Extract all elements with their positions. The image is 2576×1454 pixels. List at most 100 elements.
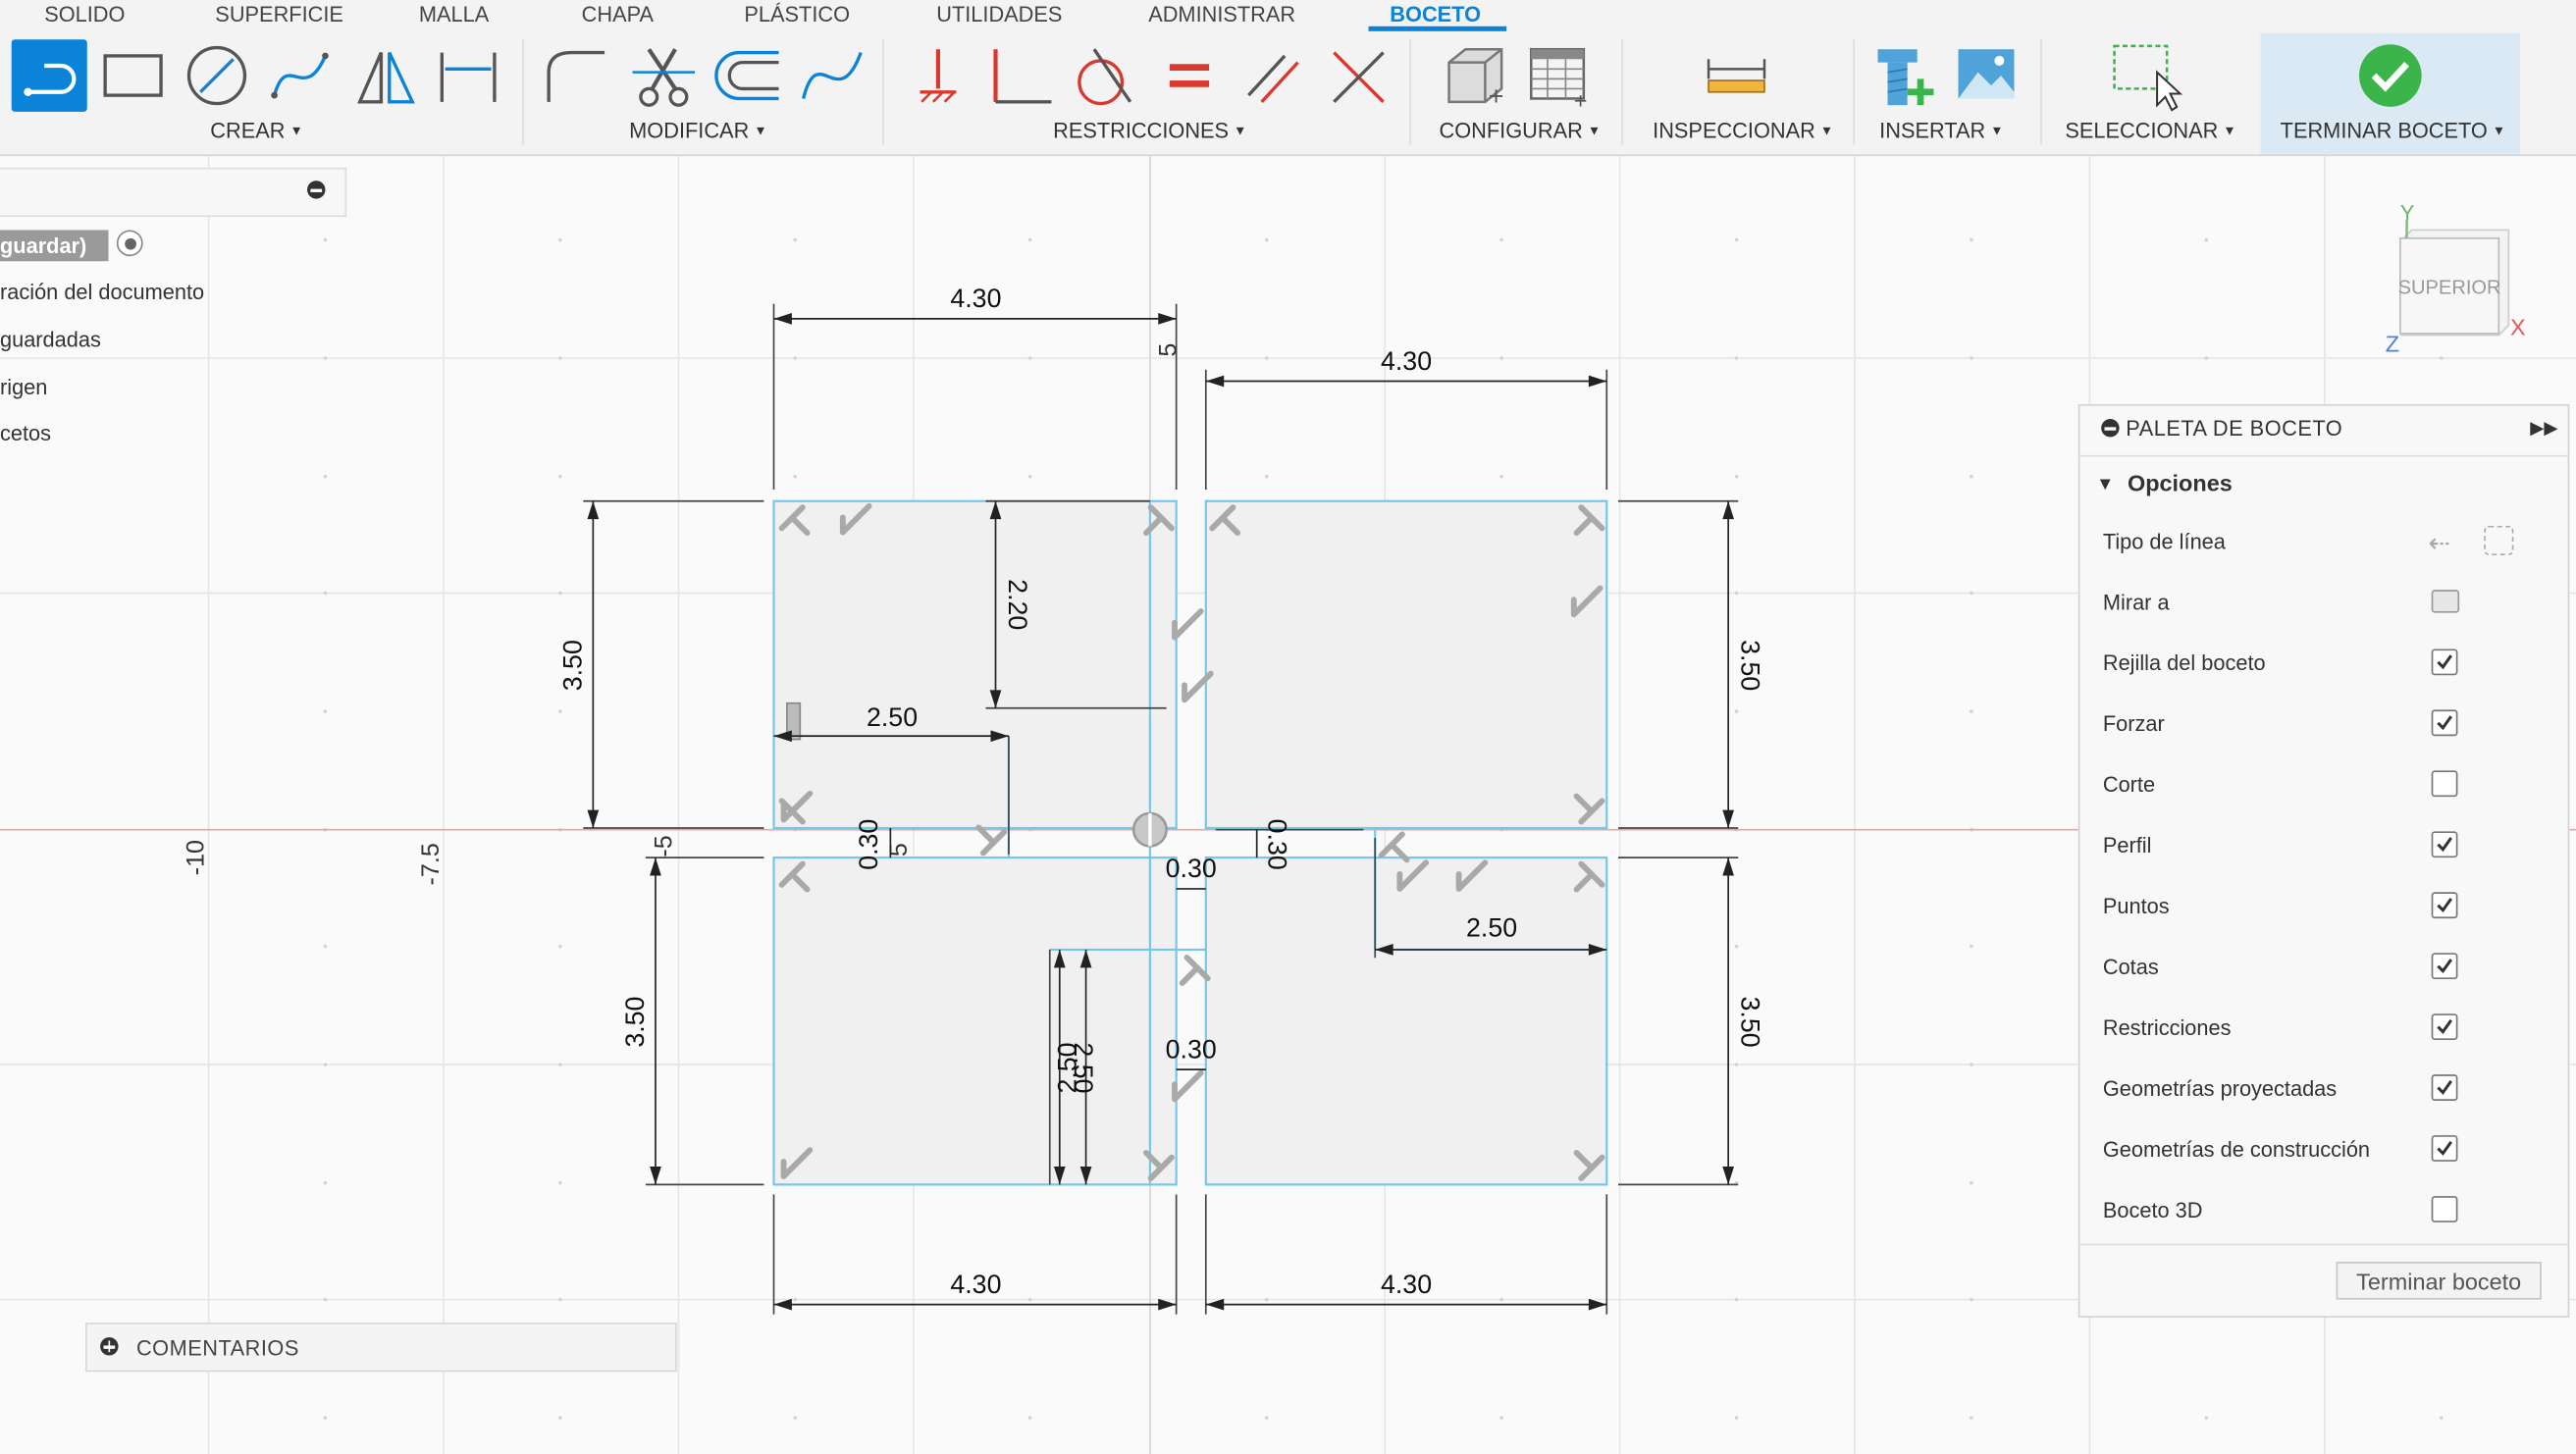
group-crear[interactable]: CREAR ▼ (210, 119, 302, 143)
tab-solido[interactable]: SOLIDO (44, 0, 125, 29)
parallel-constraint-button[interactable] (1235, 39, 1311, 112)
svg-text:+: + (1489, 81, 1504, 111)
image-icon (1958, 49, 2015, 99)
palette-option-label: Geometrías de construcción (2102, 1136, 2371, 1162)
checkbox[interactable] (2431, 1074, 2458, 1101)
tree-item-sketches[interactable]: cetos (0, 421, 51, 445)
dimension-value[interactable]: 4.30 (1381, 346, 1432, 376)
sketch-palette: PALETA DE BOCETO ▶▶ ▼ Opciones Tipo de l… (2077, 403, 2570, 1319)
trim-tool-button[interactable] (626, 39, 702, 112)
group-insertar[interactable]: INSERTAR ▼ (1879, 119, 2003, 143)
look-at-icon[interactable] (2431, 590, 2460, 613)
select-box-icon (2113, 44, 2183, 112)
tab-utilidades[interactable]: UTILIDADES (936, 0, 1062, 29)
dimension-value[interactable]: 4.30 (950, 1270, 1001, 1299)
palette-option-label: Geometrías proyectadas (2102, 1075, 2338, 1101)
radio-icon[interactable] (116, 230, 143, 257)
configure-table-button[interactable]: + (1521, 39, 1597, 114)
offset-tool-button[interactable] (710, 39, 785, 112)
dimension-tool-button[interactable] (431, 39, 506, 112)
checkmark-icon (2437, 1019, 2452, 1034)
palette-option-label: Perfil (2102, 833, 2152, 858)
perpendicular-constraint-button[interactable] (982, 39, 1058, 112)
origin-point[interactable] (1131, 811, 1168, 848)
checkbox[interactable] (2431, 770, 2458, 798)
group-terminar-boceto[interactable]: TERMINAR BOCETO ▼ (2281, 119, 2506, 143)
chevron-down-icon: ▼ (1990, 123, 2004, 138)
group-restricciones[interactable]: RESTRICCIONES ▼ (1053, 119, 1246, 143)
document-node[interactable]: guardar) (0, 230, 109, 262)
dimension-value[interactable]: 2.50 (1069, 1042, 1098, 1093)
mirror-tool-button[interactable] (346, 39, 422, 112)
view-cube[interactable]: SUPERIOR Y X Z (2379, 200, 2543, 364)
checkbox[interactable] (2431, 1013, 2458, 1041)
dimension-value[interactable]: 3.50 (1736, 997, 1765, 1048)
checkbox[interactable] (2431, 709, 2458, 737)
checkbox[interactable] (2431, 831, 2458, 858)
comments-label: COMENTARIOS (135, 1335, 299, 1361)
collapse-icon[interactable] (2101, 419, 2120, 438)
tab-chapa[interactable]: CHAPA (582, 0, 654, 29)
group-inspeccionar[interactable]: INSPECCIONAR ▼ (1653, 119, 1833, 143)
dimension-value[interactable]: 0.30 (1262, 819, 1291, 870)
equal-constraint-button[interactable] (1150, 39, 1226, 112)
tab-malla[interactable]: MALLA (419, 0, 489, 29)
dimension-value[interactable]: 3.50 (1736, 640, 1765, 691)
dimension-value[interactable]: 4.30 (1381, 1270, 1432, 1299)
group-configurar[interactable]: CONFIGURAR ▼ (1440, 119, 1602, 143)
tab-plastico[interactable]: PLÁSTICO (744, 0, 850, 29)
select-tool-button[interactable] (2108, 39, 2183, 112)
group-seleccionar[interactable]: SELECCIONAR ▼ (2065, 119, 2235, 143)
circle-tool-button[interactable] (179, 39, 254, 112)
finish-sketch-button[interactable] (2352, 39, 2428, 112)
rectangle-tool-button[interactable] (95, 39, 171, 112)
dimension-value[interactable]: 2.50 (867, 702, 918, 732)
tree-item-named-views[interactable]: guardadas (0, 327, 101, 351)
construction-linetype-icon[interactable] (2484, 525, 2514, 556)
dimension-icon (440, 52, 497, 102)
chevron-down-icon: ▼ (1819, 123, 1834, 138)
dimension-value[interactable]: 3.50 (558, 640, 588, 691)
checkbox[interactable] (2431, 1135, 2458, 1162)
spline-tool-button[interactable] (263, 39, 339, 112)
plus-circle-icon[interactable] (100, 1337, 119, 1356)
palette-option-label: Cotas (2102, 954, 2159, 980)
tree-item-origin[interactable]: rigen (0, 375, 47, 399)
dimension-value[interactable]: 4.30 (950, 284, 1001, 313)
configure-parameters-button[interactable]: + (1440, 39, 1515, 112)
checkbox[interactable] (2431, 892, 2458, 919)
dimension-value[interactable]: 2.20 (1003, 579, 1032, 630)
tree-item-document-settings[interactable]: ración del documento (0, 280, 204, 304)
linetype-normal-icon[interactable]: ⇠ (2428, 528, 2449, 560)
dimension-value[interactable]: 0.30 (1166, 854, 1217, 883)
measure-tool-button[interactable] (1699, 39, 1774, 112)
axis-y-label: Y (2400, 200, 2415, 225)
double-chevron-right-icon[interactable]: ▶▶ (2530, 417, 2557, 439)
insert-canvas-button[interactable] (1950, 39, 2025, 112)
insert-mcmaster-button[interactable] (1867, 39, 1943, 112)
tab-administrar[interactable]: ADMINISTRAR (1148, 0, 1295, 29)
tangent-constraint-button[interactable] (1065, 39, 1140, 112)
checkbox[interactable] (2431, 1196, 2458, 1222)
comments-panel[interactable]: COMENTARIOS (85, 1323, 677, 1373)
dimension-value[interactable]: 3.50 (620, 997, 650, 1048)
curve-tool-button[interactable] (795, 39, 870, 112)
tab-superficie[interactable]: SUPERFICIE (215, 0, 343, 29)
tab-boceto[interactable]: BOCETO (1390, 0, 1481, 29)
minus-icon (310, 188, 323, 192)
line-tool-button[interactable] (11, 39, 87, 112)
scissors-icon (632, 48, 696, 107)
checkbox[interactable] (2431, 649, 2458, 676)
finish-sketch-palette-button[interactable]: Terminar boceto (2336, 1262, 2542, 1300)
fillet-tool-button[interactable] (539, 39, 614, 112)
collapse-icon[interactable] (307, 181, 326, 199)
coincident-constraint-button[interactable] (1321, 39, 1396, 112)
triangle-down-icon[interactable]: ▼ (2096, 475, 2114, 494)
dimension-value[interactable]: 0.30 (1166, 1034, 1217, 1064)
checkbox[interactable] (2431, 953, 2458, 980)
dimension-value[interactable]: 2.50 (1466, 913, 1517, 943)
chevron-down-icon: ▼ (2223, 123, 2236, 138)
fix-constraint-button[interactable] (900, 39, 975, 112)
dimension-value[interactable]: 0.30 (854, 819, 883, 870)
group-modificar[interactable]: MODIFICAR ▼ (629, 119, 766, 143)
